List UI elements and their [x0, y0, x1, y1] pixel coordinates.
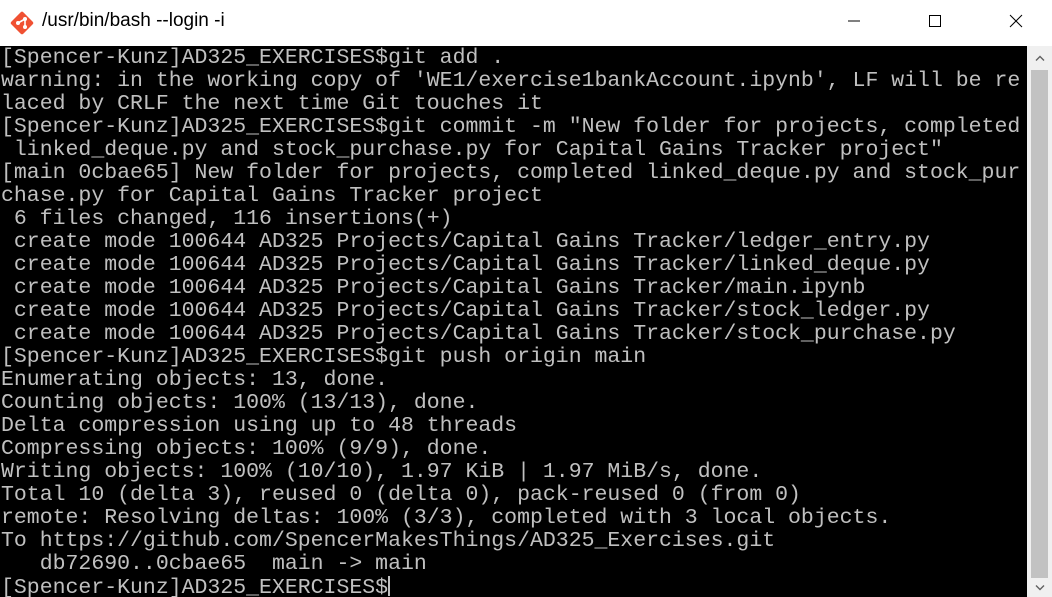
close-icon	[1009, 14, 1023, 33]
terminal-line: linked_deque.py and stock_purchase.py fo…	[1, 138, 943, 162]
window-title: /usr/bin/bash --login -i	[42, 10, 225, 31]
terminal-line: Writing objects: 100% (10/10), 1.97 KiB …	[1, 460, 763, 484]
terminal-line: [Spencer-Kunz]AD325_EXERCISES$git commit…	[1, 115, 1021, 139]
scroll-up-button[interactable]	[1027, 46, 1052, 68]
terminal-line: Delta compression using up to 48 threads	[1, 414, 518, 438]
terminal-line: create mode 100644 AD325 Projects/Capita…	[1, 230, 930, 254]
terminal-line: [main 0cbae65] New folder for projects, …	[1, 161, 1021, 185]
text-cursor	[388, 576, 391, 596]
minimize-button[interactable]	[831, 0, 877, 46]
terminal-line: warning: in the working copy of 'WE1/exe…	[1, 69, 1021, 93]
prompt-line[interactable]: [Spencer-Kunz]AD325_EXERCISES$	[1, 576, 1020, 597]
terminal-line: create mode 100644 AD325 Projects/Capita…	[1, 299, 930, 323]
vertical-scrollbar[interactable]	[1027, 46, 1052, 597]
terminal-line: Compressing objects: 100% (9/9), done.	[1, 437, 492, 461]
title-bar[interactable]: /usr/bin/bash --login -i	[0, 0, 1052, 46]
close-button[interactable]	[993, 0, 1039, 46]
terminal-line: create mode 100644 AD325 Projects/Capita…	[1, 253, 930, 277]
terminal-line: create mode 100644 AD325 Projects/Capita…	[1, 322, 956, 346]
scroll-down-button[interactable]	[1027, 577, 1052, 597]
scroll-up-arrow-icon	[1035, 48, 1045, 66]
terminal-line: [Spencer-Kunz]AD325_EXERCISES$git add .	[1, 46, 505, 70]
terminal-lines: [Spencer-Kunz]AD325_EXERCISES$git add . …	[1, 47, 1020, 597]
maximize-icon	[928, 14, 942, 33]
terminal-line: chase.py for Capital Gains Tracker proje…	[1, 184, 543, 208]
terminal-line: db72690..0cbae65 main -> main	[1, 552, 427, 576]
terminal-line: Enumerating objects: 13, done.	[1, 368, 389, 392]
minimize-icon	[847, 14, 861, 33]
terminal-output[interactable]: [Spencer-Kunz]AD325_EXERCISES$git add . …	[0, 46, 1027, 597]
maximize-button[interactable]	[912, 0, 958, 46]
scroll-down-arrow-icon	[1035, 578, 1045, 596]
terminal-window: /usr/bin/bash --login -i [Spencer-Kunz]A…	[0, 0, 1052, 597]
terminal-line: 6 files changed, 116 insertions(+)	[1, 207, 453, 231]
scrollbar-thumb[interactable]	[1031, 70, 1048, 578]
terminal-line: laced by CRLF the next time Git touches …	[1, 92, 543, 116]
terminal-line: [Spencer-Kunz]AD325_EXERCISES$git push o…	[1, 345, 647, 369]
shell-prompt: [Spencer-Kunz]AD325_EXERCISES$	[1, 576, 389, 597]
terminal-line: To https://github.com/SpencerMakesThings…	[1, 529, 776, 553]
terminal-line: remote: Resolving deltas: 100% (3/3), co…	[1, 506, 892, 530]
git-bash-icon	[10, 11, 34, 35]
terminal-line: create mode 100644 AD325 Projects/Capita…	[1, 276, 866, 300]
terminal-line: Total 10 (delta 3), reused 0 (delta 0), …	[1, 483, 801, 507]
terminal-line: Counting objects: 100% (13/13), done.	[1, 391, 479, 415]
